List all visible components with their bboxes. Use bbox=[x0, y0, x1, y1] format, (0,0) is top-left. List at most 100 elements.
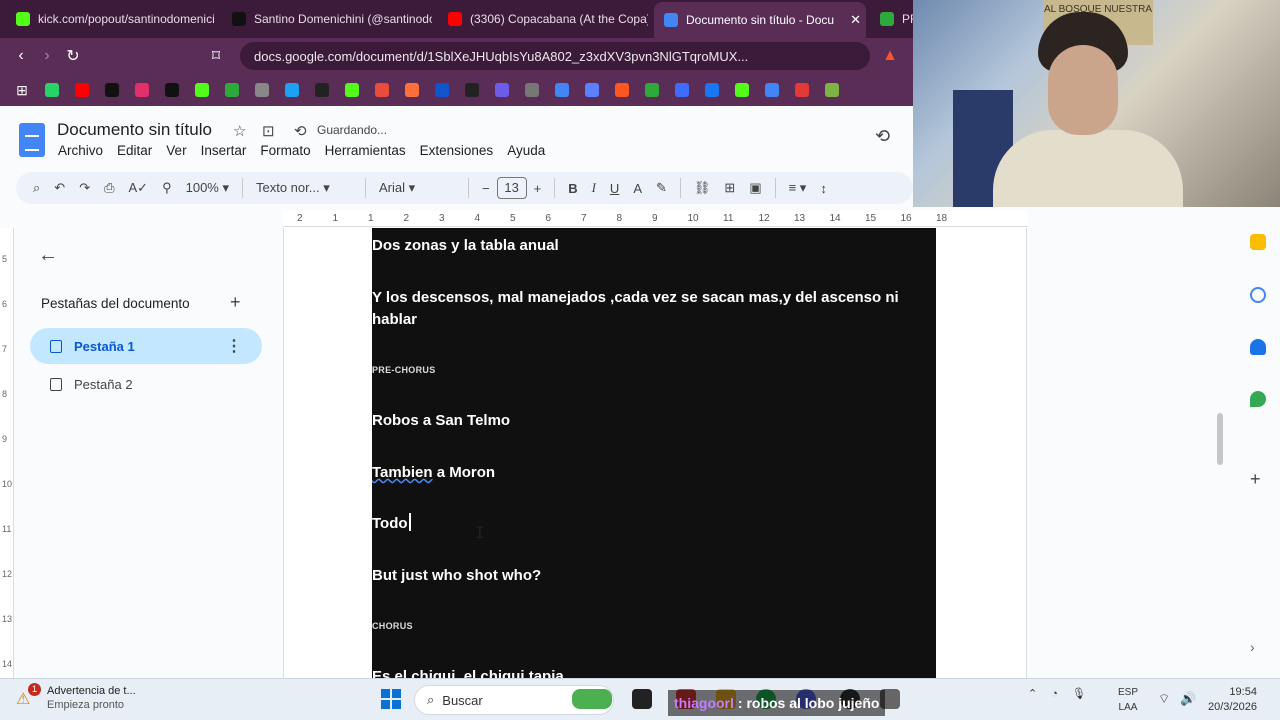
print-icon[interactable]: ⎙ bbox=[97, 180, 121, 196]
bookmark-item[interactable] bbox=[160, 79, 184, 101]
text-line[interactable]: Todo bbox=[372, 515, 408, 532]
url-input[interactable]: docs.google.com/document/d/1SblXeJHUqbIs… bbox=[240, 42, 870, 70]
font-size-input[interactable]: 13 bbox=[496, 177, 527, 199]
star-icon[interactable]: ☆ bbox=[233, 122, 246, 140]
link-icon[interactable]: ⛓ bbox=[687, 180, 718, 196]
language-indicator[interactable]: ESP LAA bbox=[1118, 685, 1138, 715]
keep-icon[interactable] bbox=[1250, 234, 1266, 250]
browser-tab[interactable]: (3306) Copacabana (At the Copa) bbox=[438, 4, 648, 34]
menu-editar[interactable]: Editar bbox=[117, 143, 152, 158]
zoom-select[interactable]: 100% ▾ bbox=[179, 180, 236, 196]
decrease-font-size-button[interactable]: − bbox=[475, 181, 497, 196]
tasks-icon[interactable] bbox=[1250, 287, 1266, 303]
bookmark-item[interactable] bbox=[220, 79, 244, 101]
add-addon-icon[interactable]: + bbox=[1250, 470, 1266, 488]
menu-formato[interactable]: Formato bbox=[260, 143, 310, 158]
windows-start-icon[interactable] bbox=[381, 689, 401, 709]
chevron-right-icon[interactable]: › bbox=[1250, 639, 1266, 655]
bookmark-item[interactable] bbox=[190, 79, 214, 101]
more-options-icon[interactable]: ⋮ bbox=[226, 336, 242, 356]
bookmark-item[interactable] bbox=[670, 79, 694, 101]
network-app-icon[interactable]: ◔ bbox=[1051, 688, 1058, 700]
italic-icon[interactable]: I bbox=[585, 180, 603, 196]
text-line[interactable]: Es el chiqui, el chiqui tapia bbox=[372, 668, 564, 678]
bookmark-item[interactable] bbox=[280, 79, 304, 101]
brave-icon[interactable]: ▲ bbox=[877, 47, 903, 65]
menu-ayuda[interactable]: Ayuda bbox=[507, 143, 545, 158]
back-icon[interactable]: ‹ bbox=[8, 47, 34, 65]
menu-ver[interactable]: Ver bbox=[166, 143, 186, 158]
menu-herramientas[interactable]: Herramientas bbox=[325, 143, 406, 158]
bookmark-item[interactable] bbox=[790, 79, 814, 101]
bookmark-item[interactable] bbox=[430, 79, 454, 101]
increase-font-size-button[interactable]: + bbox=[527, 181, 549, 196]
bookmark-item[interactable] bbox=[730, 79, 754, 101]
bookmark-item[interactable] bbox=[460, 79, 484, 101]
text-line[interactable]: Y los descensos, mal manejados ,cada vez… bbox=[372, 289, 899, 306]
menu-extensiones[interactable]: Extensiones bbox=[420, 143, 494, 158]
text-line[interactable]: Tambien a Moron bbox=[372, 464, 495, 481]
chevron-up-icon[interactable]: ⌃ bbox=[1028, 687, 1037, 700]
bookmark-item[interactable] bbox=[760, 79, 784, 101]
text-line[interactable]: Robos a San Telmo bbox=[372, 412, 510, 429]
docs-logo-icon[interactable] bbox=[19, 123, 45, 157]
bookmark-item[interactable] bbox=[130, 79, 154, 101]
bookmark-item[interactable] bbox=[370, 79, 394, 101]
bookmark-item[interactable] bbox=[250, 79, 274, 101]
bookmark-item[interactable] bbox=[340, 79, 364, 101]
search-menus-icon[interactable]: ⌕ bbox=[26, 180, 47, 196]
maps-icon[interactable] bbox=[1250, 391, 1266, 407]
text-line[interactable]: But just who shot who? bbox=[372, 567, 541, 584]
microphone-icon[interactable]: 🎙 bbox=[1072, 687, 1086, 700]
document-title[interactable]: Documento sin título bbox=[57, 120, 212, 140]
volume-icon[interactable]: 🔊 bbox=[1180, 691, 1196, 707]
style-select[interactable]: Texto nor... ▾ bbox=[249, 180, 359, 196]
wifi-icon[interactable]: ⌔ bbox=[1158, 691, 1170, 707]
font-select[interactable]: Arial ▾ bbox=[372, 180, 462, 196]
menu-archivo[interactable]: Archivo bbox=[58, 143, 103, 158]
bookmark-icon[interactable]: ⌑ bbox=[203, 46, 229, 66]
clock[interactable]: 19:54 20/3/2026 bbox=[1208, 685, 1257, 715]
bookmark-item[interactable] bbox=[490, 79, 514, 101]
comment-icon[interactable]: ⊞ bbox=[717, 180, 742, 196]
highlight-icon[interactable]: ✎ bbox=[649, 180, 674, 196]
bookmark-item[interactable] bbox=[70, 79, 94, 101]
browser-tab-active[interactable]: Documento sin título - Docu ✕ bbox=[654, 2, 866, 38]
bookmark-item[interactable] bbox=[550, 79, 574, 101]
browser-tab[interactable]: Santino Domenichini (@santinodo bbox=[222, 4, 432, 34]
bookmark-item[interactable] bbox=[820, 79, 844, 101]
browser-tab[interactable]: PR bbox=[870, 4, 913, 34]
add-tab-icon[interactable]: + bbox=[230, 292, 241, 313]
bookmark-item[interactable] bbox=[40, 79, 64, 101]
vertical-ruler[interactable]: 5 6 7 8 9 10 11 12 13 14 bbox=[0, 228, 14, 678]
text-line[interactable]: hablar bbox=[372, 311, 417, 328]
document-body[interactable]: Dos zonas y la tabla anual Y los descens… bbox=[372, 228, 936, 678]
bookmark-item[interactable] bbox=[100, 79, 124, 101]
text-line[interactable]: Dos zonas y la tabla anual bbox=[372, 237, 559, 254]
image-icon[interactable]: ▣ bbox=[742, 180, 768, 196]
weather-widget-icon[interactable] bbox=[572, 689, 612, 709]
document-tab-2[interactable]: Pestaña 2 bbox=[30, 366, 262, 402]
section-label[interactable]: PRE-CHORUS bbox=[372, 365, 436, 375]
contacts-icon[interactable] bbox=[1250, 339, 1266, 355]
move-folder-icon[interactable]: ⊡ bbox=[262, 122, 275, 140]
undo-icon[interactable]: ↶ bbox=[47, 180, 72, 196]
redo-icon[interactable]: ↷ bbox=[72, 180, 97, 196]
history-icon[interactable]: ⟲ bbox=[875, 126, 890, 147]
bookmark-item[interactable] bbox=[610, 79, 634, 101]
bookmark-item[interactable] bbox=[520, 79, 544, 101]
bookmark-item[interactable] bbox=[400, 79, 424, 101]
align-icon[interactable]: ≡ ▾ bbox=[782, 180, 814, 196]
back-arrow-icon[interactable]: ← bbox=[38, 244, 58, 267]
bookmark-item[interactable] bbox=[580, 79, 604, 101]
misspelled-word[interactable]: Tambien bbox=[372, 464, 433, 481]
line-spacing-icon[interactable]: ↕ bbox=[813, 181, 834, 196]
menu-insertar[interactable]: Insertar bbox=[201, 143, 247, 158]
close-icon[interactable]: ✕ bbox=[850, 12, 861, 28]
spellcheck-icon[interactable]: A✓ bbox=[122, 180, 156, 196]
bold-icon[interactable]: B bbox=[561, 181, 584, 196]
task-view-icon[interactable] bbox=[632, 689, 652, 709]
document-tab-1[interactable]: Pestaña 1 ⋮ bbox=[30, 328, 262, 364]
forward-icon[interactable]: › bbox=[34, 47, 60, 65]
underline-icon[interactable]: U bbox=[603, 181, 626, 196]
